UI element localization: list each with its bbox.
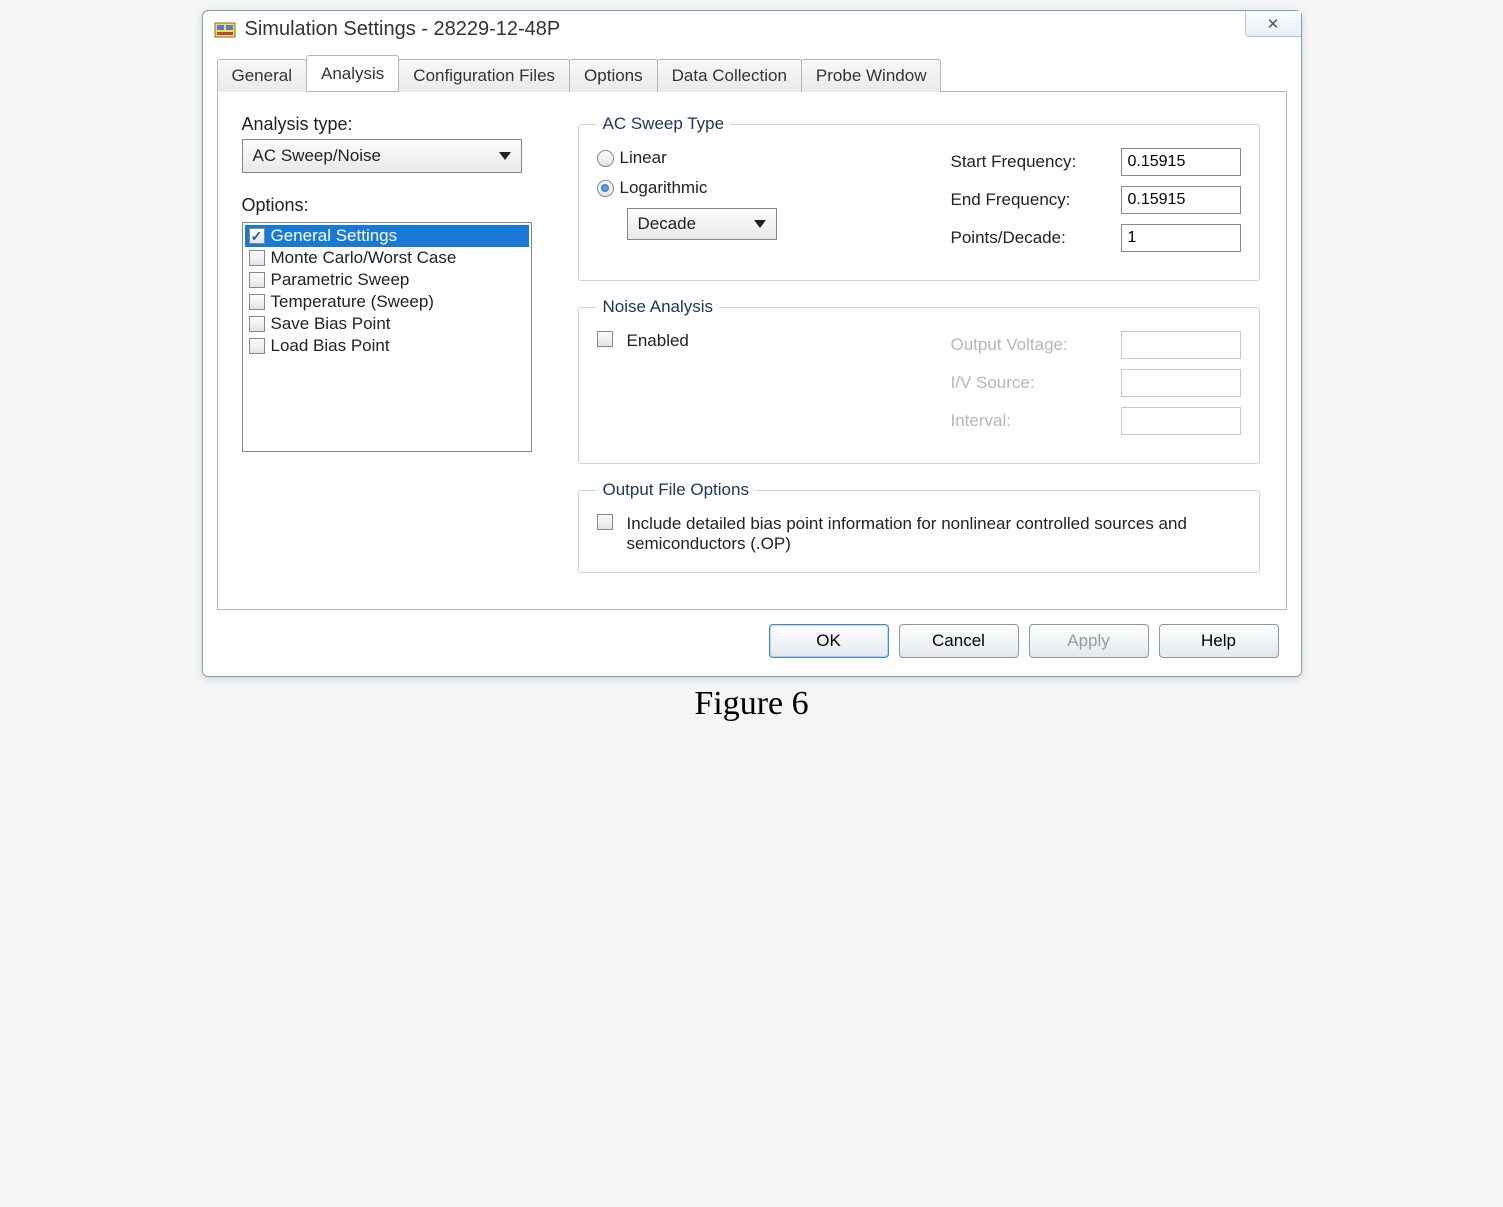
radio-icon: [597, 180, 614, 197]
checkbox-icon[interactable]: [249, 294, 265, 310]
checkbox-icon[interactable]: [249, 250, 265, 266]
interval-label: Interval:: [951, 411, 1121, 431]
checkbox-icon: [597, 514, 613, 530]
cancel-button[interactable]: Cancel: [899, 624, 1019, 658]
close-button[interactable]: ✕: [1245, 11, 1301, 37]
iv-source-label: I/V Source:: [951, 373, 1121, 393]
option-parametric-sweep[interactable]: Parametric Sweep: [245, 269, 529, 291]
ok-button[interactable]: OK: [769, 624, 889, 658]
option-label: Temperature (Sweep): [271, 292, 434, 312]
noise-analysis-legend: Noise Analysis: [597, 297, 720, 317]
titlebar: Simulation Settings - 28229-12-48P: [203, 11, 1301, 45]
output-voltage-label: Output Voltage:: [951, 335, 1121, 355]
dialog-window: ✕ Simulation Settings - 28229-12-48P Gen…: [202, 10, 1302, 677]
option-label: Monte Carlo/Worst Case: [271, 248, 457, 268]
log-scale-value: Decade: [638, 214, 697, 234]
start-frequency-label: Start Frequency:: [951, 152, 1121, 172]
log-scale-dropdown[interactable]: Decade: [627, 208, 777, 240]
apply-button[interactable]: Apply: [1029, 624, 1149, 658]
option-temperature-sweep[interactable]: Temperature (Sweep): [245, 291, 529, 313]
include-op-label: Include detailed bias point information …: [627, 514, 1241, 554]
tab-data-collection[interactable]: Data Collection: [657, 59, 802, 92]
end-frequency-input[interactable]: [1121, 186, 1241, 214]
option-general-settings[interactable]: General Settings: [245, 225, 529, 247]
checkbox-icon: [597, 331, 613, 347]
iv-source-input: [1121, 369, 1241, 397]
option-save-bias-point[interactable]: Save Bias Point: [245, 313, 529, 335]
dialog-buttons: OK Cancel Apply Help: [203, 610, 1301, 676]
output-file-options-legend: Output File Options: [597, 480, 755, 500]
checkbox-icon[interactable]: [249, 272, 265, 288]
ac-sweep-group: AC Sweep Type Linear Logarithmic: [578, 114, 1260, 281]
output-file-options-group: Output File Options Include detailed bia…: [578, 480, 1260, 573]
option-load-bias-point[interactable]: Load Bias Point: [245, 335, 529, 357]
window-title: Simulation Settings - 28229-12-48P: [245, 18, 561, 41]
checkbox-icon[interactable]: [249, 338, 265, 354]
figure-caption: Figure 6: [0, 685, 1503, 723]
ac-sweep-legend: AC Sweep Type: [597, 114, 731, 134]
chevron-down-icon: [754, 220, 766, 228]
interval-input: [1121, 407, 1241, 435]
options-list[interactable]: General Settings Monte Carlo/Worst Case …: [242, 222, 532, 452]
radio-logarithmic[interactable]: Logarithmic: [597, 178, 797, 198]
radio-icon: [597, 150, 614, 167]
tab-panel-analysis: Analysis type: AC Sweep/Noise Options: G…: [217, 91, 1287, 610]
analysis-type-value: AC Sweep/Noise: [253, 146, 382, 166]
close-icon: ✕: [1267, 15, 1280, 33]
noise-analysis-group: Noise Analysis Enabled Output Voltage:: [578, 297, 1260, 464]
tab-strip: General Analysis Configuration Files Opt…: [217, 55, 1287, 91]
radio-label: Linear: [620, 148, 667, 168]
include-op-checkbox[interactable]: Include detailed bias point information …: [597, 514, 1241, 554]
points-per-decade-input[interactable]: [1121, 224, 1241, 252]
start-frequency-input[interactable]: [1121, 148, 1241, 176]
analysis-type-dropdown[interactable]: AC Sweep/Noise: [242, 139, 522, 173]
option-label: Load Bias Point: [271, 336, 390, 356]
points-per-decade-label: Points/Decade:: [951, 228, 1121, 248]
chevron-down-icon: [499, 152, 511, 160]
option-label: Save Bias Point: [271, 314, 391, 334]
help-button[interactable]: Help: [1159, 624, 1279, 658]
noise-enabled-label: Enabled: [627, 331, 689, 351]
app-icon: [213, 17, 237, 41]
tab-configuration-files[interactable]: Configuration Files: [398, 59, 570, 92]
option-monte-carlo[interactable]: Monte Carlo/Worst Case: [245, 247, 529, 269]
output-voltage-input: [1121, 331, 1241, 359]
analysis-type-label: Analysis type:: [242, 114, 552, 135]
noise-enabled-checkbox[interactable]: Enabled: [597, 331, 737, 351]
radio-label: Logarithmic: [620, 178, 708, 198]
checkbox-icon[interactable]: [249, 316, 265, 332]
tab-analysis[interactable]: Analysis: [306, 55, 399, 91]
tab-options[interactable]: Options: [569, 59, 658, 92]
options-label: Options:: [242, 195, 552, 216]
tab-probe-window[interactable]: Probe Window: [801, 59, 942, 92]
checkbox-icon[interactable]: [249, 228, 265, 244]
end-frequency-label: End Frequency:: [951, 190, 1121, 210]
tab-general[interactable]: General: [217, 59, 307, 92]
radio-linear[interactable]: Linear: [597, 148, 797, 168]
option-label: Parametric Sweep: [271, 270, 410, 290]
option-label: General Settings: [271, 226, 398, 246]
